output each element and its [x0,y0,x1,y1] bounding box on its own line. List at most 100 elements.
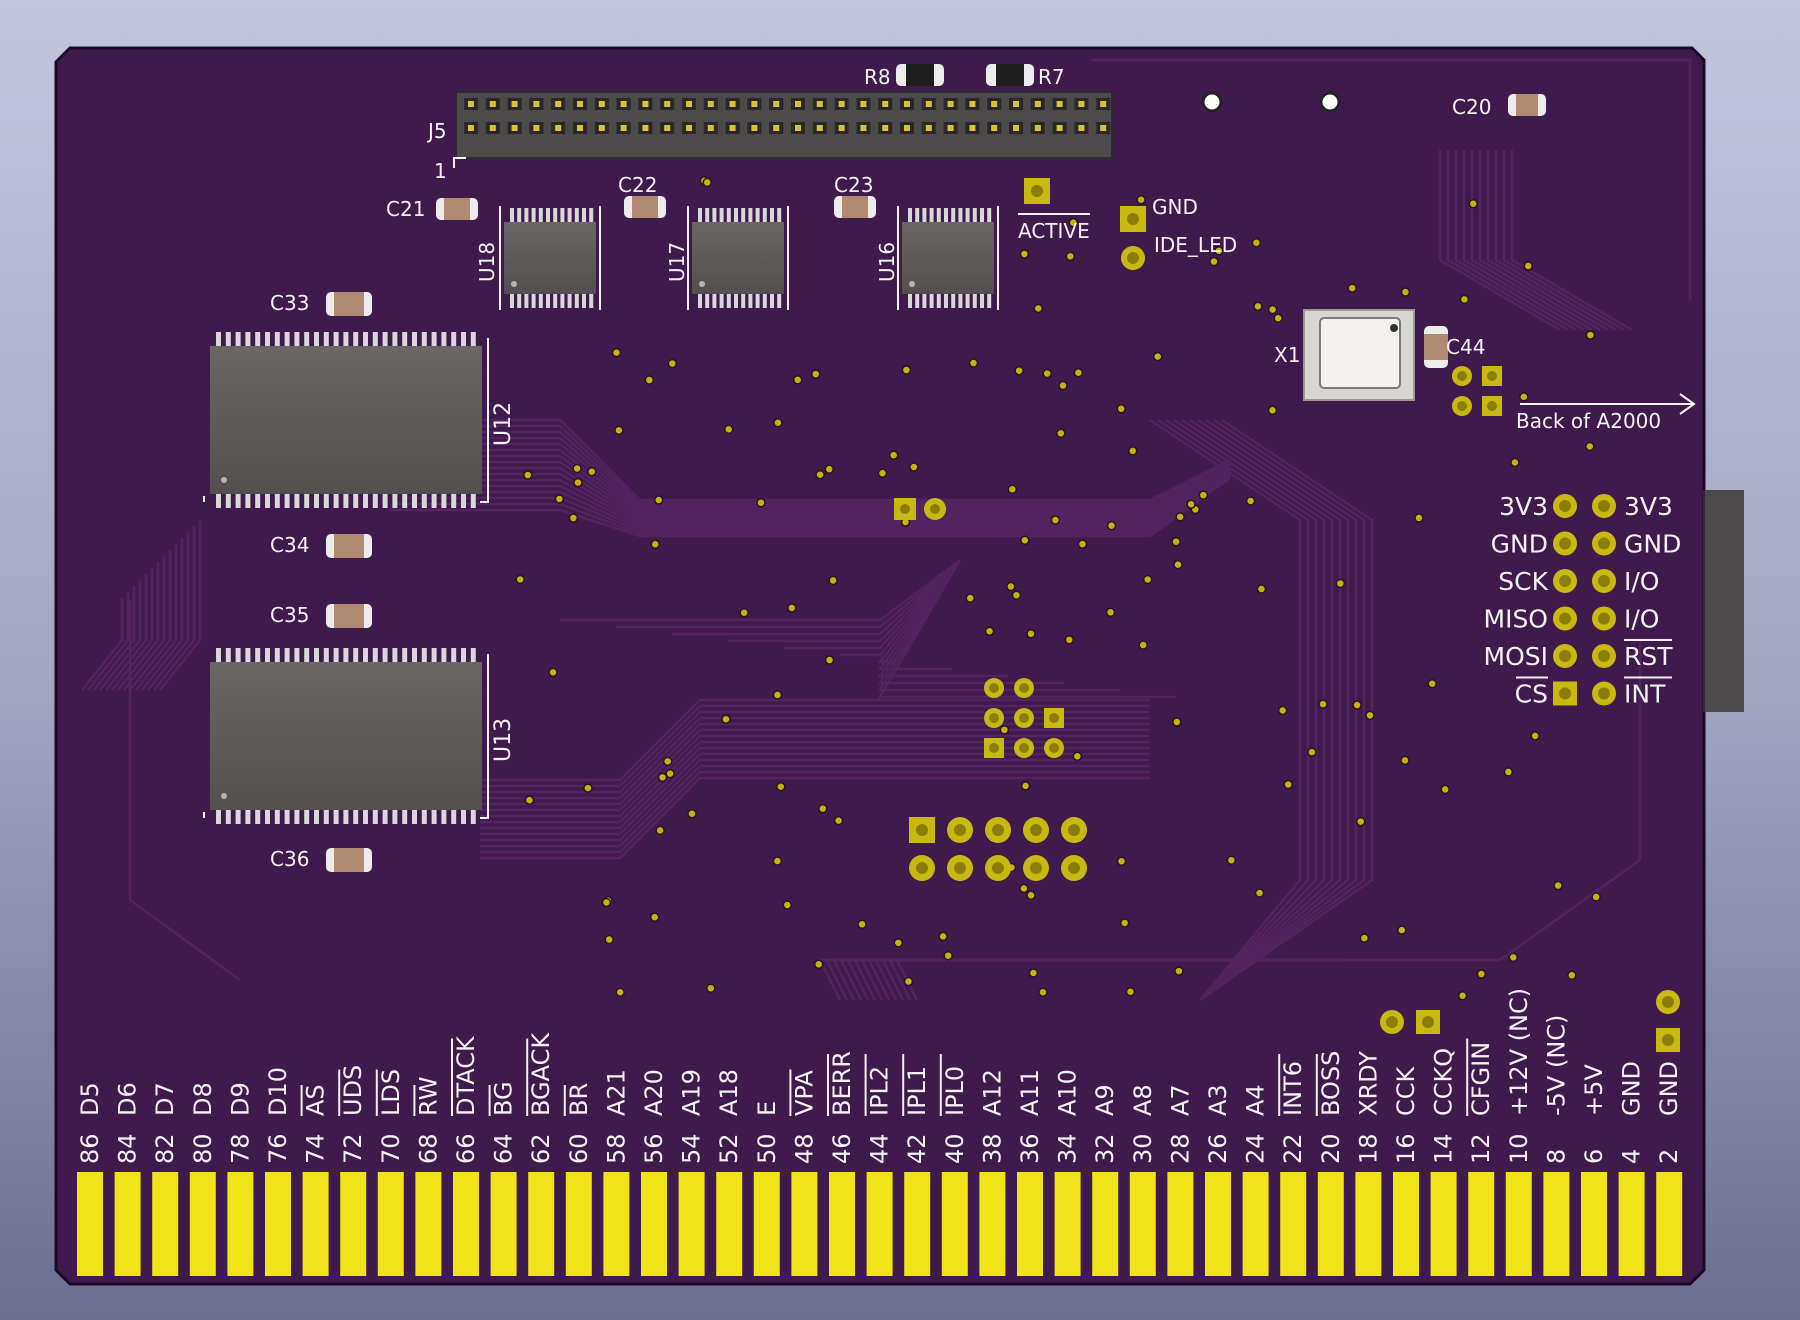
pin-signal-label: VPA [790,1070,818,1116]
pin-signal-label: BR [565,1083,593,1116]
edge-finger [227,1172,254,1276]
c20-ref: C20 [1452,95,1491,119]
active-label: ACTIVE [1018,219,1090,243]
edge-finger [1618,1172,1645,1276]
edge-finger [565,1172,592,1276]
edge-finger [753,1172,780,1276]
pin-number-label: 76 [264,1133,292,1164]
c35-ref: C35 [270,603,309,627]
edge-finger [1017,1172,1043,1276]
pin-number-label: 20 [1317,1133,1345,1164]
edge-finger [641,1172,667,1276]
pin-signal-label: D6 [114,1082,142,1116]
pin-number-label: 80 [189,1133,217,1164]
edge-finger [1581,1172,1607,1276]
pin-number-label: 12 [1467,1133,1495,1164]
pin-signal-label: A12 [978,1069,1006,1116]
pin-signal-label: A21 [602,1069,630,1116]
pin-number-label: 68 [414,1133,442,1164]
u12-ref: U12 [491,402,516,446]
pin-number-label: 36 [1016,1133,1044,1164]
pin-number-label: 64 [490,1133,518,1164]
c34-capacitor [326,534,372,558]
edge-finger [1505,1172,1532,1276]
pin-signal-label: LDS [377,1069,405,1116]
pin-number-label: 30 [1129,1133,1157,1164]
pin-number-label: 74 [302,1133,330,1164]
c22-capacitor [624,196,666,218]
edge-finger [979,1172,1006,1276]
pin-number-label: 22 [1279,1133,1307,1164]
c44-capacitor [1424,326,1448,368]
c20-capacitor [1508,94,1546,116]
edge-finger [1317,1172,1344,1276]
c33-capacitor [326,292,372,316]
pin-number-label: 56 [640,1133,668,1164]
c23-ref: C23 [834,173,873,197]
pin-signal-label: BERR [828,1051,856,1116]
pin-signal-label: BOSS [1317,1051,1345,1116]
pin-signal-label: CFGIN [1467,1042,1495,1116]
spi-right-label: I/O [1624,605,1659,634]
edge-finger [1092,1172,1119,1276]
pin-signal-label: D9 [226,1082,254,1116]
pin-signal-label: A18 [715,1069,743,1116]
u12-sram-chip [203,332,489,508]
edge-finger [1054,1172,1081,1276]
edge-finger [490,1172,517,1276]
pin-number-label: 8 [1542,1149,1570,1164]
r7-resistor [986,64,1034,86]
pin-signal-label: IPL1 [903,1066,931,1116]
u17-ref: U17 [665,242,689,282]
pin-signal-label: AS [302,1084,330,1116]
back-of-a2000-label: Back of A2000 [1516,409,1661,433]
c22-ref: C22 [618,173,657,197]
edge-finger [340,1172,367,1276]
pin-number-label: 32 [1091,1133,1119,1164]
pin-signal-label: GND [1618,1061,1646,1116]
edge-finger [377,1172,404,1276]
j5-pin-header [453,91,1113,168]
pin-signal-label: CCK [1392,1065,1420,1116]
pin-signal-label: +5V [1580,1064,1608,1116]
c36-capacitor [326,848,372,872]
j5-pin1-label: 1 [434,159,447,183]
pin-signal-label: E [753,1101,781,1116]
spi-right-label: I/O [1624,567,1659,596]
pin-number-label: 34 [1054,1133,1082,1164]
pin-number-label: 28 [1166,1133,1194,1164]
u16-ref: U16 [875,242,899,282]
x1-ref: X1 [1274,343,1300,367]
pin-signal-label: DTACK [452,1035,480,1116]
edge-finger [904,1172,931,1276]
spi-right-label: INT [1624,680,1666,709]
j5-ref: J5 [426,119,447,143]
spi-left-label: MOSI [1484,642,1549,671]
pin-number-label: 60 [565,1133,593,1164]
edge-finger [302,1172,329,1276]
pin-signal-label: A9 [1091,1084,1119,1116]
edge-finger [77,1172,103,1276]
pin-number-label: 18 [1354,1133,1382,1164]
u13-sram-chip [203,648,489,824]
edge-finger [1430,1172,1457,1276]
edge-finger [152,1172,179,1276]
pin-number-label: 46 [828,1133,856,1164]
pin-signal-label: A8 [1129,1084,1157,1116]
pin-signal-label: CCKQ [1430,1048,1458,1116]
pin-signal-label: +12V (NC) [1505,988,1533,1116]
edge-finger [1129,1172,1156,1276]
c44-ref: C44 [1446,335,1485,359]
c21-ref: C21 [386,197,425,221]
pin-signal-label: -5V (NC) [1542,1015,1570,1116]
pin-signal-label: A11 [1016,1069,1044,1116]
pin-number-label: 4 [1618,1149,1646,1164]
spi-right-label: RST [1624,642,1673,671]
pin-number-label: 2 [1655,1149,1683,1164]
mounting-hole [1319,91,1341,113]
pin-signal-label: D8 [189,1082,217,1116]
pin-number-label: 66 [452,1133,480,1164]
pin-signal-label: A7 [1166,1084,1194,1116]
r8-resistor [896,64,944,86]
spi-right-label: 3V3 [1624,492,1673,521]
